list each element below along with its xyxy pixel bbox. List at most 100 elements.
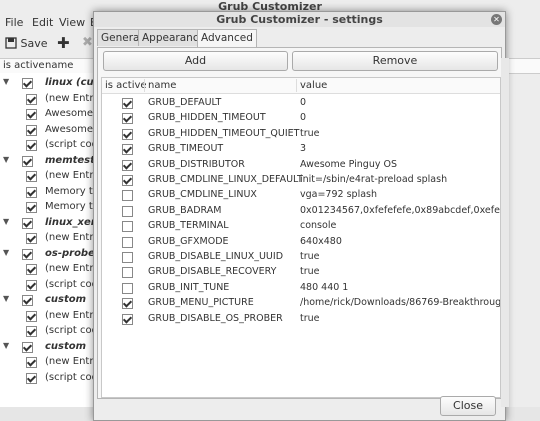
setting-active-checkbox[interactable] <box>122 175 133 186</box>
active-checkbox[interactable] <box>22 217 33 229</box>
active-checkbox[interactable] <box>22 248 33 260</box>
active-checkbox[interactable] <box>26 202 37 213</box>
setting-active-checkbox[interactable] <box>122 205 133 217</box>
active-checkbox[interactable] <box>22 295 33 306</box>
add-button[interactable]: Add <box>103 51 288 71</box>
entry-group[interactable]: ▼ linux_xen <box>0 215 100 231</box>
setting-row[interactable]: GRUB_HIDDEN_TIMEOUT_QUIET true <box>102 126 500 141</box>
expander-icon[interactable]: ▼ <box>3 155 9 164</box>
setting-name[interactable]: GRUB_INIT_TUNE <box>148 282 229 293</box>
col-name[interactable]: name <box>45 60 73 71</box>
entry-item[interactable]: (new Entrie <box>0 230 100 246</box>
save-button[interactable]: Save <box>5 35 48 53</box>
setting-name[interactable]: GRUB_DISTRIBUTOR <box>148 159 245 170</box>
remove-entry-icon[interactable]: ✖ <box>82 35 93 50</box>
close-icon[interactable]: ✕ <box>491 14 502 25</box>
entry-group[interactable]: ▼ custom <box>0 292 100 308</box>
entry-item[interactable]: (script code <box>0 137 100 153</box>
entry-group[interactable]: ▼ custom <box>0 339 100 355</box>
setting-name[interactable]: GRUB_BADRAM <box>148 205 221 216</box>
setting-name[interactable]: GRUB_DISABLE_RECOVERY <box>148 266 276 277</box>
expander-icon[interactable]: ▼ <box>3 248 9 257</box>
menu-file[interactable]: File <box>5 16 23 29</box>
setting-name[interactable]: GRUB_TERMINAL <box>148 220 229 231</box>
setting-value[interactable]: 640x480 <box>300 236 500 247</box>
setting-row[interactable]: GRUB_DISABLE_LINUX_UUID true <box>102 249 500 264</box>
setting-value[interactable]: true <box>300 313 500 324</box>
setting-active-checkbox[interactable] <box>122 267 133 279</box>
active-checkbox[interactable] <box>26 186 37 198</box>
active-checkbox[interactable] <box>26 93 37 105</box>
setting-row[interactable]: GRUB_BADRAM 0x01234567,0xfefefefe,0x89abc… <box>102 203 500 218</box>
setting-value[interactable]: true <box>300 128 500 139</box>
setting-name[interactable]: GRUB_DISABLE_OS_PROBER <box>148 313 283 324</box>
setting-name[interactable]: GRUB_HIDDEN_TIMEOUT <box>148 112 266 123</box>
entry-group[interactable]: ▼ os-prober <box>0 246 100 262</box>
menu-edit[interactable]: Edit <box>32 16 53 29</box>
entry-group[interactable]: ▼ memtest8 <box>0 153 100 169</box>
setting-active-checkbox[interactable] <box>122 221 133 233</box>
col-is-active[interactable]: is active <box>105 80 147 91</box>
setting-name[interactable]: GRUB_HIDDEN_TIMEOUT_QUIET <box>148 128 299 139</box>
expander-icon[interactable]: ▼ <box>3 341 9 350</box>
setting-row[interactable]: GRUB_MENU_PICTURE/home/rick/Downloads/86… <box>102 295 500 310</box>
menu-view[interactable]: View <box>59 16 85 29</box>
entry-item[interactable]: (new Entrie <box>0 308 100 324</box>
setting-name[interactable]: GRUB_MENU_PICTURE <box>148 297 254 308</box>
setting-active-checkbox[interactable] <box>122 128 133 140</box>
setting-row[interactable]: GRUB_CMDLINE_LINUX_DEFAULT init=/sbin/e4r… <box>102 172 500 187</box>
entry-item[interactable]: (new Entrie <box>0 168 100 184</box>
active-checkbox[interactable] <box>26 264 37 275</box>
setting-active-checkbox[interactable] <box>122 98 133 109</box>
setting-name[interactable]: GRUB_CMDLINE_LINUX_DEFAULT <box>148 174 303 185</box>
setting-name[interactable]: GRUB_DEFAULT <box>148 97 221 108</box>
entry-group[interactable]: ▼ linux (cus <box>0 75 100 91</box>
col-value[interactable]: value <box>300 80 327 91</box>
active-checkbox[interactable] <box>26 109 37 120</box>
tab-advanced[interactable]: Advanced <box>197 29 257 47</box>
setting-active-checkbox[interactable] <box>122 298 133 310</box>
entry-item[interactable]: (script code <box>0 370 100 386</box>
close-button[interactable]: Close <box>440 396 496 416</box>
entry-item[interactable]: (new Entrie <box>0 354 100 370</box>
expander-icon[interactable]: ▼ <box>3 77 9 86</box>
active-checkbox[interactable] <box>26 372 37 384</box>
col-name[interactable]: name <box>148 80 176 91</box>
active-checkbox[interactable] <box>26 326 37 337</box>
setting-row[interactable]: GRUB_DISTRIBUTOR Awesome Pinguy OS <box>102 157 500 172</box>
setting-row[interactable]: GRUB_GFXMODE 640x480 <box>102 234 500 249</box>
setting-active-checkbox[interactable] <box>122 113 133 125</box>
setting-value[interactable]: /home/rick/Downloads/86769-Breakthrough0… <box>300 297 500 308</box>
remove-button[interactable]: Remove <box>292 51 498 71</box>
entry-item[interactable]: Awesome P <box>0 122 100 138</box>
setting-value[interactable]: 3 <box>300 143 500 154</box>
setting-value[interactable]: Awesome Pinguy OS <box>300 159 500 170</box>
setting-row[interactable]: GRUB_DISABLE_RECOVERY true <box>102 264 500 279</box>
setting-value[interactable]: 0 <box>300 112 500 123</box>
setting-active-checkbox[interactable] <box>122 190 133 202</box>
col-is-active[interactable]: is active <box>3 60 45 71</box>
active-checkbox[interactable] <box>26 357 37 368</box>
entry-item[interactable]: Memory tes <box>0 199 100 215</box>
setting-row[interactable]: GRUB_DISABLE_OS_PROBER true <box>102 311 500 326</box>
setting-name[interactable]: GRUB_GFXMODE <box>148 236 229 247</box>
setting-active-checkbox[interactable] <box>122 313 133 325</box>
setting-active-checkbox[interactable] <box>122 282 133 294</box>
entry-item[interactable]: (new Entrie <box>0 261 100 277</box>
setting-row[interactable]: GRUB_INIT_TUNE 480 440 1 <box>102 280 500 295</box>
setting-row[interactable]: GRUB_HIDDEN_TIMEOUT 0 <box>102 110 500 125</box>
entry-item[interactable]: Awesome P <box>0 106 100 122</box>
entry-item[interactable]: (script code <box>0 323 100 339</box>
entry-item[interactable]: Memory tes <box>0 184 100 200</box>
expander-icon[interactable]: ▼ <box>3 294 9 303</box>
setting-value[interactable]: init=/sbin/e4rat-preload splash <box>300 174 500 185</box>
active-checkbox[interactable] <box>22 341 33 353</box>
setting-name[interactable]: GRUB_CMDLINE_LINUX <box>148 189 257 200</box>
active-checkbox[interactable] <box>26 279 37 291</box>
active-checkbox[interactable] <box>26 233 37 244</box>
active-checkbox[interactable] <box>26 310 37 322</box>
setting-row[interactable]: GRUB_TIMEOUT 3 <box>102 141 500 156</box>
setting-name[interactable]: GRUB_TIMEOUT <box>148 143 223 154</box>
active-checkbox[interactable] <box>26 124 37 136</box>
setting-active-checkbox[interactable] <box>122 144 133 156</box>
